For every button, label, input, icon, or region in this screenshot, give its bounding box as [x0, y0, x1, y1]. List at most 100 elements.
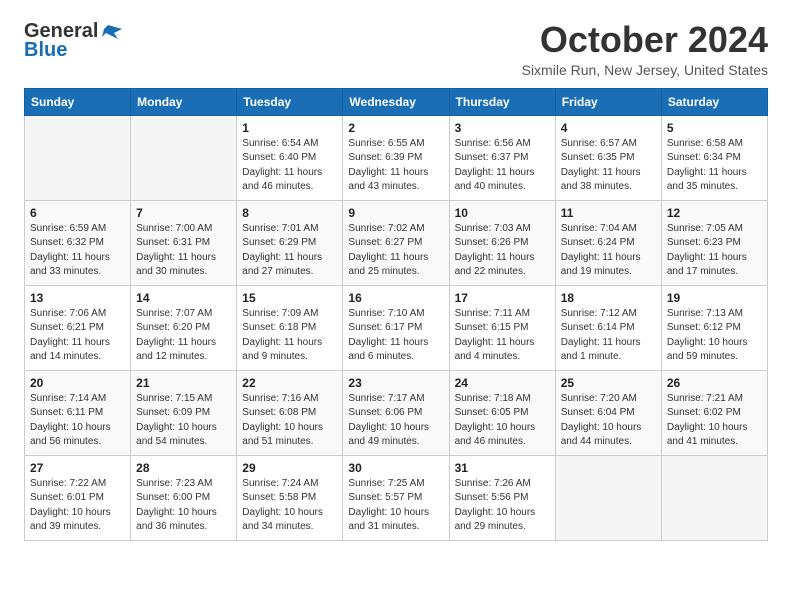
- day-info: Sunrise: 7:18 AMSunset: 6:05 PMDaylight:…: [455, 392, 550, 450]
- day-info: Sunrise: 7:15 AMSunset: 6:09 PMDaylight:…: [136, 392, 231, 450]
- table-row: 15 Sunrise: 7:09 AMSunset: 6:18 PMDayligh…: [237, 285, 343, 370]
- table-row: 9 Sunrise: 7:02 AMSunset: 6:27 PMDaylight…: [343, 200, 449, 285]
- day-info: Sunrise: 7:17 AMSunset: 6:06 PMDaylight:…: [348, 392, 443, 450]
- table-row: 27 Sunrise: 7:22 AMSunset: 6:01 PMDayligh…: [25, 455, 131, 540]
- calendar-week-row: 6 Sunrise: 6:59 AMSunset: 6:32 PMDaylight…: [25, 200, 768, 285]
- day-number: 28: [136, 461, 231, 475]
- day-number: 16: [348, 291, 443, 305]
- day-number: 19: [667, 291, 762, 305]
- day-number: 12: [667, 206, 762, 220]
- table-row: 20Sunrise: 7:14 AMSunset: 6:11 PMDayligh…: [25, 370, 131, 455]
- day-info: Sunrise: 7:26 AMSunset: 5:56 PMDaylight:…: [455, 477, 550, 535]
- day-info: Sunrise: 7:13 AMSunset: 6:12 PMDaylight:…: [667, 307, 762, 365]
- table-row: 24 Sunrise: 7:18 AMSunset: 6:05 PMDayligh…: [449, 370, 555, 455]
- day-info: Sunrise: 7:06 AMSunset: 6:21 PMDaylight:…: [30, 307, 125, 365]
- table-row: 28 Sunrise: 7:23 AMSunset: 6:00 PMDayligh…: [131, 455, 237, 540]
- table-row: 18 Sunrise: 7:12 AMSunset: 6:14 PMDayligh…: [555, 285, 661, 370]
- day-info: Sunrise: 7:22 AMSunset: 6:01 PMDaylight:…: [30, 477, 125, 535]
- day-info: Sunrise: 7:12 AMSunset: 6:14 PMDaylight:…: [561, 307, 656, 365]
- table-row: 4 Sunrise: 6:57 AMSunset: 6:35 PMDaylight…: [555, 115, 661, 200]
- day-info: Sunrise: 7:14 AMSunset: 6:11 PMDaylight:…: [30, 392, 125, 450]
- day-number: 10: [455, 206, 550, 220]
- day-number: 1: [242, 121, 337, 135]
- table-row: 23 Sunrise: 7:17 AMSunset: 6:06 PMDayligh…: [343, 370, 449, 455]
- table-row: 25Sunrise: 7:20 AMSunset: 6:04 PMDayligh…: [555, 370, 661, 455]
- header: General Blue October 2024 Sixmile Run, N…: [24, 20, 768, 78]
- day-info: Sunrise: 7:23 AMSunset: 6:00 PMDaylight:…: [136, 477, 231, 535]
- day-info: Sunrise: 7:11 AMSunset: 6:15 PMDaylight:…: [455, 307, 550, 365]
- logo-bird-icon: [100, 21, 122, 43]
- day-number: 30: [348, 461, 443, 475]
- table-row: 10 Sunrise: 7:03 AMSunset: 6:26 PMDayligh…: [449, 200, 555, 285]
- calendar-title: October 2024: [522, 20, 768, 60]
- day-number: 31: [455, 461, 550, 475]
- table-row: 11Sunrise: 7:04 AMSunset: 6:24 PMDayligh…: [555, 200, 661, 285]
- day-number: 29: [242, 461, 337, 475]
- table-row: 6 Sunrise: 6:59 AMSunset: 6:32 PMDaylight…: [25, 200, 131, 285]
- calendar-header-row: Sunday Monday Tuesday Wednesday Thursday…: [25, 88, 768, 115]
- day-number: 27: [30, 461, 125, 475]
- day-info: Sunrise: 7:10 AMSunset: 6:17 PMDaylight:…: [348, 307, 443, 365]
- table-row: 22Sunrise: 7:16 AMSunset: 6:08 PMDayligh…: [237, 370, 343, 455]
- col-friday: Friday: [555, 88, 661, 115]
- table-row: [25, 115, 131, 200]
- day-info: Sunrise: 7:21 AMSunset: 6:02 PMDaylight:…: [667, 392, 762, 450]
- day-number: 23: [348, 376, 443, 390]
- calendar-week-row: 13 Sunrise: 7:06 AMSunset: 6:21 PMDayligh…: [25, 285, 768, 370]
- day-number: 25: [561, 376, 656, 390]
- day-info: Sunrise: 7:07 AMSunset: 6:20 PMDaylight:…: [136, 307, 231, 365]
- calendar-week-row: 20Sunrise: 7:14 AMSunset: 6:11 PMDayligh…: [25, 370, 768, 455]
- day-number: 2: [348, 121, 443, 135]
- table-row: 21 Sunrise: 7:15 AMSunset: 6:09 PMDayligh…: [131, 370, 237, 455]
- day-info: Sunrise: 7:25 AMSunset: 5:57 PMDaylight:…: [348, 477, 443, 535]
- day-number: 11: [561, 206, 656, 220]
- day-info: Sunrise: 6:54 AMSunset: 6:40 PMDaylight:…: [242, 137, 337, 195]
- day-number: 14: [136, 291, 231, 305]
- day-number: 9: [348, 206, 443, 220]
- day-info: Sunrise: 7:05 AMSunset: 6:23 PMDaylight:…: [667, 222, 762, 280]
- day-info: Sunrise: 7:09 AMSunset: 6:18 PMDaylight:…: [242, 307, 337, 365]
- table-row: 1 Sunrise: 6:54 AMSunset: 6:40 PMDaylight…: [237, 115, 343, 200]
- logo: General Blue: [24, 20, 122, 62]
- day-info: Sunrise: 6:59 AMSunset: 6:32 PMDaylight:…: [30, 222, 125, 280]
- table-row: 13 Sunrise: 7:06 AMSunset: 6:21 PMDayligh…: [25, 285, 131, 370]
- table-row: [131, 115, 237, 200]
- col-tuesday: Tuesday: [237, 88, 343, 115]
- day-info: Sunrise: 7:03 AMSunset: 6:26 PMDaylight:…: [455, 222, 550, 280]
- day-number: 22: [242, 376, 337, 390]
- day-number: 8: [242, 206, 337, 220]
- day-info: Sunrise: 6:58 AMSunset: 6:34 PMDaylight:…: [667, 137, 762, 195]
- table-row: 7 Sunrise: 7:00 AMSunset: 6:31 PMDaylight…: [131, 200, 237, 285]
- day-info: Sunrise: 6:57 AMSunset: 6:35 PMDaylight:…: [561, 137, 656, 195]
- day-info: Sunrise: 7:00 AMSunset: 6:31 PMDaylight:…: [136, 222, 231, 280]
- day-info: Sunrise: 7:24 AMSunset: 5:58 PMDaylight:…: [242, 477, 337, 535]
- day-number: 24: [455, 376, 550, 390]
- day-number: 7: [136, 206, 231, 220]
- day-info: Sunrise: 7:01 AMSunset: 6:29 PMDaylight:…: [242, 222, 337, 280]
- table-row: 16 Sunrise: 7:10 AMSunset: 6:17 PMDayligh…: [343, 285, 449, 370]
- day-info: Sunrise: 6:56 AMSunset: 6:37 PMDaylight:…: [455, 137, 550, 195]
- col-saturday: Saturday: [661, 88, 767, 115]
- table-row: 14 Sunrise: 7:07 AMSunset: 6:20 PMDayligh…: [131, 285, 237, 370]
- page: General Blue October 2024 Sixmile Run, N…: [0, 0, 792, 561]
- col-monday: Monday: [131, 88, 237, 115]
- col-wednesday: Wednesday: [343, 88, 449, 115]
- day-number: 21: [136, 376, 231, 390]
- day-number: 18: [561, 291, 656, 305]
- day-number: 6: [30, 206, 125, 220]
- day-info: Sunrise: 7:02 AMSunset: 6:27 PMDaylight:…: [348, 222, 443, 280]
- table-row: 2 Sunrise: 6:55 AMSunset: 6:39 PMDaylight…: [343, 115, 449, 200]
- table-row: 5Sunrise: 6:58 AMSunset: 6:34 PMDaylight…: [661, 115, 767, 200]
- day-number: 4: [561, 121, 656, 135]
- day-number: 3: [455, 121, 550, 135]
- day-number: 13: [30, 291, 125, 305]
- calendar-week-row: 1 Sunrise: 6:54 AMSunset: 6:40 PMDaylight…: [25, 115, 768, 200]
- table-row: 19 Sunrise: 7:13 AMSunset: 6:12 PMDayligh…: [661, 285, 767, 370]
- table-row: 26 Sunrise: 7:21 AMSunset: 6:02 PMDayligh…: [661, 370, 767, 455]
- table-row: [555, 455, 661, 540]
- day-number: 26: [667, 376, 762, 390]
- logo-blue: Blue: [24, 39, 67, 62]
- day-info: Sunrise: 6:55 AMSunset: 6:39 PMDaylight:…: [348, 137, 443, 195]
- day-number: 15: [242, 291, 337, 305]
- table-row: 17Sunrise: 7:11 AMSunset: 6:15 PMDayligh…: [449, 285, 555, 370]
